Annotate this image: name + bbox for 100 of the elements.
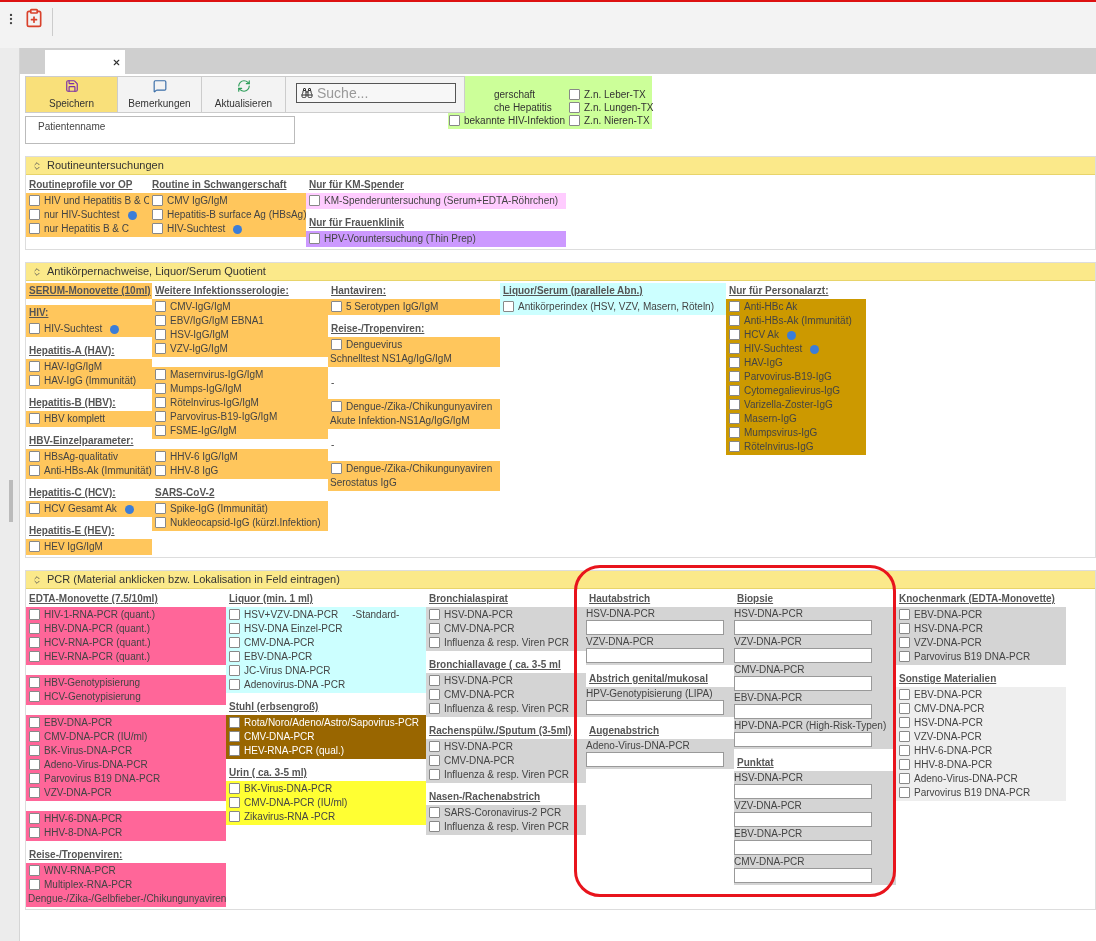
option-label: che Hepatitis	[494, 101, 552, 115]
group-heading: Biopsie	[736, 592, 775, 606]
option-label: Anti-HBs-Ak (Immunität)	[744, 314, 852, 328]
option-label: WNV-RNA-PCR	[44, 864, 116, 878]
option-label: HSV-IgG/IgM	[170, 328, 229, 342]
option-label: CMV-DNA-PCR (IU/ml)	[44, 730, 148, 744]
section-header[interactable]: Antikörpernachweise, Liquor/Serum Quotient	[26, 263, 1095, 281]
field-label: CMV-DNA-PCR	[734, 855, 805, 868]
option-label: Z.n. Leber-TX	[584, 88, 646, 102]
option-label: Adeno-Virus-DNA-PCR	[44, 758, 148, 772]
section-title: Antikörpernachweise, Liquor/Serum Quotient	[47, 264, 266, 280]
option-label: CMV-DNA-PCR	[244, 730, 315, 744]
option-label: HHV-6-DNA-PCR	[44, 812, 123, 826]
search-field[interactable]: Suche...	[296, 83, 456, 103]
field-label: HSV-DNA-PCR	[586, 607, 655, 620]
field-label: VZV-DNA-PCR	[734, 635, 802, 648]
option-label: Dengue-/Zika-/Chikungunyaviren	[346, 462, 493, 476]
option-label: HSV-DNA-PCR	[914, 716, 983, 730]
option-label: HHV-8-DNA-PCR	[914, 758, 993, 772]
group-heading: Liquor (min. 1 ml)	[228, 592, 314, 606]
option-label: CMV-DNA-PCR	[444, 688, 515, 702]
group-heading: Knochenmark (EDTA-Monovette)	[898, 592, 1056, 606]
option-label: Varizella-Zoster-IgG	[744, 398, 833, 412]
option-label: bekannte HIV-Infektion	[464, 114, 566, 128]
group-heading: Nur für Personalarzt:	[728, 284, 830, 298]
option-label: Parvovirus B19 DNA-PCR	[914, 786, 1031, 800]
group-heading: Rachenspülw./Sputum (3-5ml)	[428, 724, 573, 738]
group-heading: Reise-/Tropenviren:	[28, 848, 124, 862]
option-label: HSV-DNA-PCR	[914, 622, 983, 636]
option-label: BK-Virus-DNA-PCR	[44, 744, 133, 758]
field-label: VZV-DNA-PCR	[734, 799, 802, 812]
field-label: HSV-DNA-PCR	[734, 771, 803, 784]
field-label: HPV-Genotypisierung (LIPA)	[586, 687, 713, 700]
option-label: FSME-IgG/IgM	[170, 424, 237, 438]
option-label: Cytomegalievirus-IgG	[744, 384, 841, 398]
group-heading: Weitere Infektionsserologie:	[154, 284, 290, 298]
group-heading: Hepatitis-E (HEV):	[28, 524, 116, 538]
option-label: HCV-RNA-PCR (quant.)	[44, 636, 151, 650]
group-heading: Hautabstrich	[588, 592, 652, 606]
option-label: Adenovirus-DNA -PCR	[244, 678, 346, 692]
option-label: Rota/Noro/Adeno/Astro/Sapovirus-PCR	[244, 716, 420, 730]
option-label: HBsAg-qualitativ	[44, 450, 118, 464]
option-label: HBV-Genotypisierung	[44, 676, 141, 690]
group-heading: Urin ( ca. 3-5 ml)	[228, 766, 308, 780]
option-label: HBV-DNA-PCR (quant.)	[44, 622, 151, 636]
group-heading: SERUM-Monovette (10ml)	[26, 283, 152, 299]
option-label: HEV-RNA-PCR (quant.)	[44, 650, 151, 664]
option-label: Influenza & resp. Viren PCR	[444, 636, 569, 650]
group-heading: HBV-Einzelparameter:	[28, 434, 135, 448]
option-label: CMV-DNA-PCR	[444, 622, 515, 636]
option-label: Parvovirus-B19-IgG/IgM	[170, 410, 278, 424]
option-label: HHV-8 IgG	[170, 464, 219, 478]
option-label: Masern-IgG	[744, 412, 797, 426]
option-label: CMV-DNA-PCR	[914, 702, 985, 716]
option-label: HSV-DNA-PCR	[444, 674, 513, 688]
option-label: HPV-Voruntersuchung (Thin Prep)	[324, 232, 476, 246]
option-label: nur HIV-Suchtest	[44, 208, 120, 222]
option-label: Multiplex-RNA-PCR	[44, 878, 133, 892]
group-heading: Bronchiallavage ( ca. 3-5 ml	[428, 658, 562, 672]
option-label: EBV-DNA-PCR	[914, 608, 983, 622]
option-label: HSV-DNA-PCR	[444, 740, 513, 754]
option-label: Influenza & resp. Viren PCR	[444, 820, 569, 834]
group-heading: Nasen-/Rachenabstrich	[428, 790, 542, 804]
option-label: Influenza & resp. Viren PCR	[444, 702, 569, 716]
group-heading: Liquor/Serum (parallele Abn.)	[500, 283, 726, 299]
option-label: Mumps-IgG/IgM	[170, 382, 242, 396]
section-title: PCR (Material anklicken bzw. Lokalisation in Feld eintragen)	[47, 572, 340, 588]
group-heading: Hepatitis-B (HBV):	[28, 396, 117, 410]
option-label: VZV-IgG/IgM	[170, 342, 228, 356]
group-heading: Reise-/Tropenviren:	[330, 322, 426, 336]
option-label: VZV-DNA-PCR	[914, 730, 982, 744]
option-label: Rötelnvirus-IgG	[744, 440, 814, 454]
option-label: HIV-1-RNA-PCR (quant.)	[44, 608, 156, 622]
option-label: Mumpsvirus-IgG	[744, 426, 818, 440]
group-heading: Bronchialaspirat	[428, 592, 509, 606]
section-header[interactable]: PCR (Material anklicken bzw. Lokalisation in Feld eintragen)	[26, 571, 1095, 589]
option-label: BK-Virus-DNA-PCR	[244, 782, 333, 796]
separator-text: -	[330, 439, 336, 451]
section-title: Routineuntersuchungen	[47, 158, 164, 174]
option-label: HEV-RNA-PCR (qual.)	[244, 744, 345, 758]
option-note: Akute Infektion-NS1Ag/IgG/IgM	[329, 414, 471, 428]
toolbar-button[interactable]: Speichern	[26, 77, 118, 112]
option-label: gerschaft	[494, 88, 536, 102]
section-header[interactable]: Routineuntersuchungen	[26, 157, 1095, 175]
option-label: HHV-6 IgG/IgM	[170, 450, 238, 464]
field-label: VZV-DNA-PCR	[586, 635, 654, 648]
option-label: Zikavirus-RNA -PCR	[244, 810, 336, 824]
option-label: HAV-IgG	[744, 356, 783, 370]
group-heading: Nur für KM-Spender	[308, 178, 405, 192]
option-label: Antikörperindex (HSV, VZV, Masern, Röteln)	[518, 300, 714, 314]
group-heading: SARS-CoV-2	[154, 486, 216, 500]
option-label: VZV-DNA-PCR	[44, 786, 112, 800]
field-label: EBV-DNA-PCR	[734, 827, 803, 840]
option-label: CMV-IgG/IgM	[170, 300, 231, 314]
group-heading: Abstrich genital/mukosal	[588, 672, 709, 686]
option-label: CMV-DNA-PCR (IU/ml)	[244, 796, 348, 810]
option-note: Schnelltest NS1Ag/IgG/IgM	[329, 352, 453, 366]
option-label: Rötelnvirus-IgG/IgM	[170, 396, 259, 410]
option-label: Masernvirus-IgG/IgM	[170, 368, 264, 382]
option-label: KM-Spenderuntersuchung (Serum+EDTA-Röhrchen)	[324, 194, 559, 208]
